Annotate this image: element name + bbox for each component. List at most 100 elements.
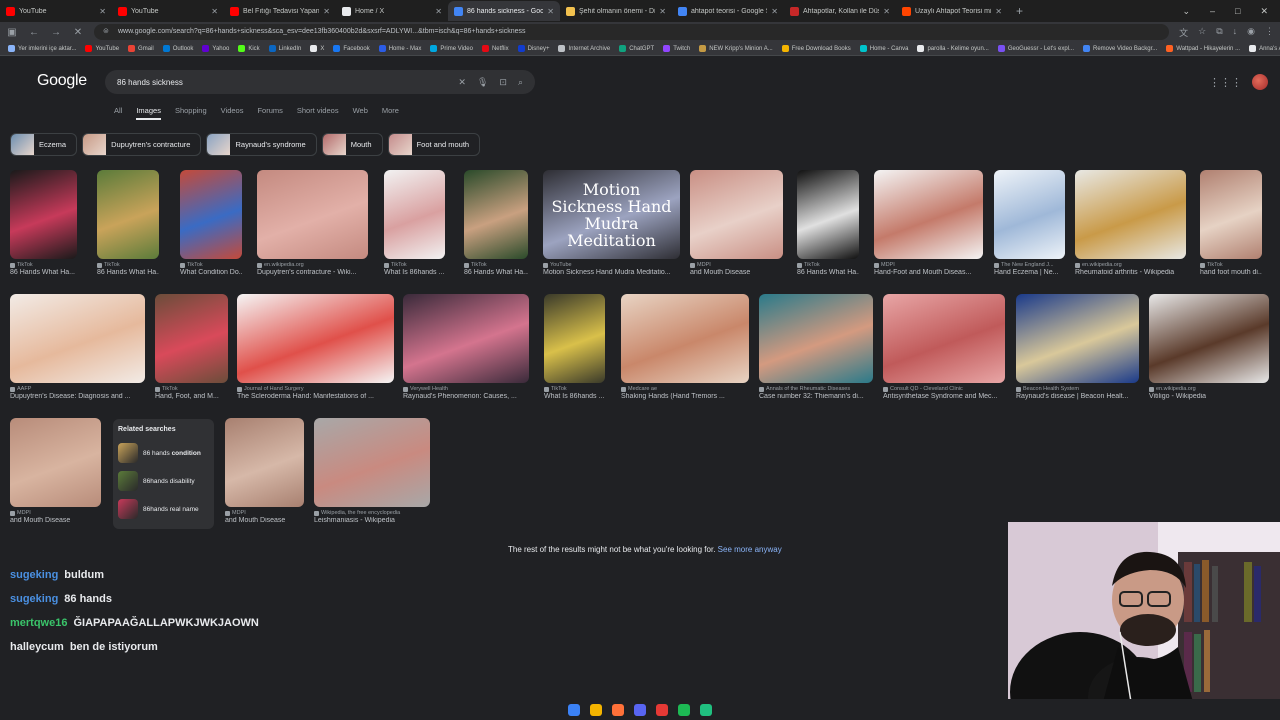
image-result[interactable]: Annals of the Rheumatic Diseases Case num… [759,294,873,400]
browser-tab[interactable]: Uzaylı Ahtapot Teorisi mi? r/b ✕ [896,1,1008,21]
reload-icon[interactable]: ✕ [72,27,84,38]
browser-tab[interactable]: YouTube ✕ [0,1,112,21]
result-title[interactable]: Dupuytren's contracture - Wiki... [257,269,368,276]
image-result[interactable]: TikTok Hand, Foot, and M... [155,294,228,400]
profile-icon[interactable]: ◉ [1247,26,1255,39]
result-source[interactable]: The New England J... [994,262,1065,268]
result-thumbnail[interactable] [621,294,749,383]
bookmark-item[interactable]: GeoGuessr - Let's expl... [997,45,1074,52]
bookmark-item[interactable]: Home - Max [378,45,421,52]
result-source[interactable]: TikTok [97,262,159,268]
image-result[interactable]: TikTok What Is 86hands ... [544,294,605,400]
result-thumbnail[interactable] [384,170,445,259]
search-box[interactable]: 86 hands sickness ✕ 🎙 ⊡ ⌕ [105,70,535,94]
result-thumbnail[interactable] [759,294,873,383]
tab-close-icon[interactable]: ✕ [771,7,778,16]
related-search-item[interactable]: 86 hands condition [118,439,209,467]
bookmark-item[interactable]: Gmail [128,45,154,52]
maximize-icon[interactable]: □ [1235,6,1240,16]
result-thumbnail[interactable] [1075,170,1186,259]
bookmark-item[interactable]: Disney+ [517,45,549,52]
bookmark-item[interactable]: Netflix [481,45,509,52]
result-thumbnail[interactable] [797,170,859,259]
result-title[interactable]: Dupuytren's Disease: Diagnosis and ... [10,393,145,400]
result-title[interactable]: and Mouth Disease [690,269,783,276]
bookmark-item[interactable]: Wattpad - Hikayelerin ... [1166,45,1240,52]
result-source[interactable]: en.wikipedia.org [1149,386,1269,392]
new-tab-button[interactable]: + [1008,4,1031,18]
result-thumbnail[interactable] [10,170,77,259]
result-title[interactable]: Leishmaniasis - Wikipedia [314,517,430,524]
extensions-icon[interactable]: ⧉ [1216,26,1222,39]
result-title[interactable]: What Is 86hands ... [384,269,445,276]
result-thumbnail[interactable] [314,418,430,507]
result-source[interactable]: Annals of the Rheumatic Diseases [759,386,873,392]
download-icon[interactable]: ↓ [1233,26,1238,39]
chip-foot-and-mouth[interactable]: Foot and mouth [387,133,481,156]
tab-search-icon[interactable]: ⌄ [1182,6,1190,17]
result-title[interactable]: Antisynthetase Syndrome and Mec... [883,393,1005,400]
tab-close-icon[interactable]: ✕ [323,7,330,16]
voice-search-icon[interactable]: 🎙 [477,77,488,88]
bookmark-item[interactable]: Twitch [663,45,690,52]
tab-close-icon[interactable]: ✕ [435,7,442,16]
browser-tab[interactable]: ahtapot teorisi - Google Search ✕ [672,1,784,21]
image-result[interactable]: en.wikipedia.org Rheumatoid arthritis - W… [1075,170,1186,276]
result-thumbnail[interactable] [10,294,145,383]
result-source[interactable]: en.wikipedia.org [257,262,368,268]
result-source[interactable]: TikTok [544,386,605,392]
image-result[interactable]: MDPI Hand-Foot and Mouth Diseas... [874,170,983,276]
windows-start-icon[interactable] [568,703,580,716]
see-more-anyway-link[interactable]: See more anyway [718,545,782,554]
chip-raynaud-s-syndrome[interactable]: Raynaud's syndrome [206,133,317,156]
image-result[interactable]: TikTok 86 Hands What Ha... [464,170,528,276]
result-source[interactable]: Medcare ae [621,386,749,392]
browser-tab[interactable]: YouTube ✕ [112,1,224,21]
file-explorer-icon[interactable] [590,703,602,716]
result-source[interactable]: MDPI [690,262,783,268]
result-thumbnail[interactable] [403,294,529,383]
bookmark-item[interactable]: Remove Video Backgr... [1083,45,1157,52]
image-result[interactable]: Journal of Hand Surgery The Scleroderma H… [237,294,394,400]
result-thumbnail[interactable] [237,294,394,383]
result-title[interactable]: The Scleroderma Hand: Manifestations of … [237,393,394,400]
clear-search-icon[interactable]: ✕ [458,77,466,88]
firefox-icon[interactable] [612,703,624,716]
result-thumbnail[interactable] [464,170,528,259]
bookmark-item[interactable]: Kick [238,45,260,52]
tab-close-icon[interactable]: ✕ [99,7,106,16]
result-title[interactable]: Raynaud's Phenomenon: Causes, ... [403,393,529,400]
tab-forums[interactable]: Forums [257,106,282,120]
tab-close-icon[interactable]: ✕ [211,7,218,16]
result-source[interactable]: TikTok [464,262,528,268]
result-title[interactable]: Raynaud's disease | Beacon Healt... [1016,393,1139,400]
result-source[interactable]: Consult QD - Cleveland Clinic [883,386,1005,392]
result-source[interactable]: Wikipedia, the free encyclopedia [314,510,430,516]
image-result[interactable]: TikTok 86 Hands What Ha... [797,170,859,276]
result-thumbnail[interactable] [1016,294,1139,383]
bookmark-star-icon[interactable]: ☆ [1198,26,1206,39]
bookmark-item[interactable]: Yer imlerini içe aktar... [8,45,76,52]
browser-tab[interactable]: 86 hands sickness - Google Sea✕ [448,1,560,21]
bookmark-item[interactable]: parolla - Kelime oyun... [917,45,989,52]
url-input[interactable]: ⊜ www.google.com/search?q=86+hands+sickn… [94,24,1170,40]
result-thumbnail[interactable] [874,170,983,259]
browser-tab[interactable]: Şehit olmanın önemi - Dinimiz ✕ [560,1,672,21]
result-source[interactable]: TikTok [10,262,77,268]
bookmark-item[interactable]: Anna's Archive: LibGe... [1249,45,1280,52]
bookmark-item[interactable]: ChatGPT [619,45,654,52]
forward-icon[interactable]: → [50,27,62,38]
image-result[interactable]: MDPI and Mouth Disease [690,170,783,276]
app-icon[interactable] [700,703,712,716]
browser-tab[interactable]: Bel Fıtığı Tedavisi Yapan Ro✕ [224,1,336,21]
result-title[interactable]: Hand-Foot and Mouth Diseas... [874,269,983,276]
related-search-item[interactable]: 86hands disability [118,467,209,495]
tab-shopping[interactable]: Shopping [175,106,207,120]
tab-videos[interactable]: Videos [221,106,244,120]
site-info-icon[interactable]: ⊜ [103,24,109,40]
result-title[interactable]: 86 Hands What Ha... [464,269,528,276]
result-thumbnail[interactable] [10,418,101,507]
related-search-item[interactable]: 86hands real name [118,495,209,523]
bookmark-item[interactable]: Internet Archive [558,45,610,52]
bookmark-item[interactable]: Facebook [333,45,370,52]
